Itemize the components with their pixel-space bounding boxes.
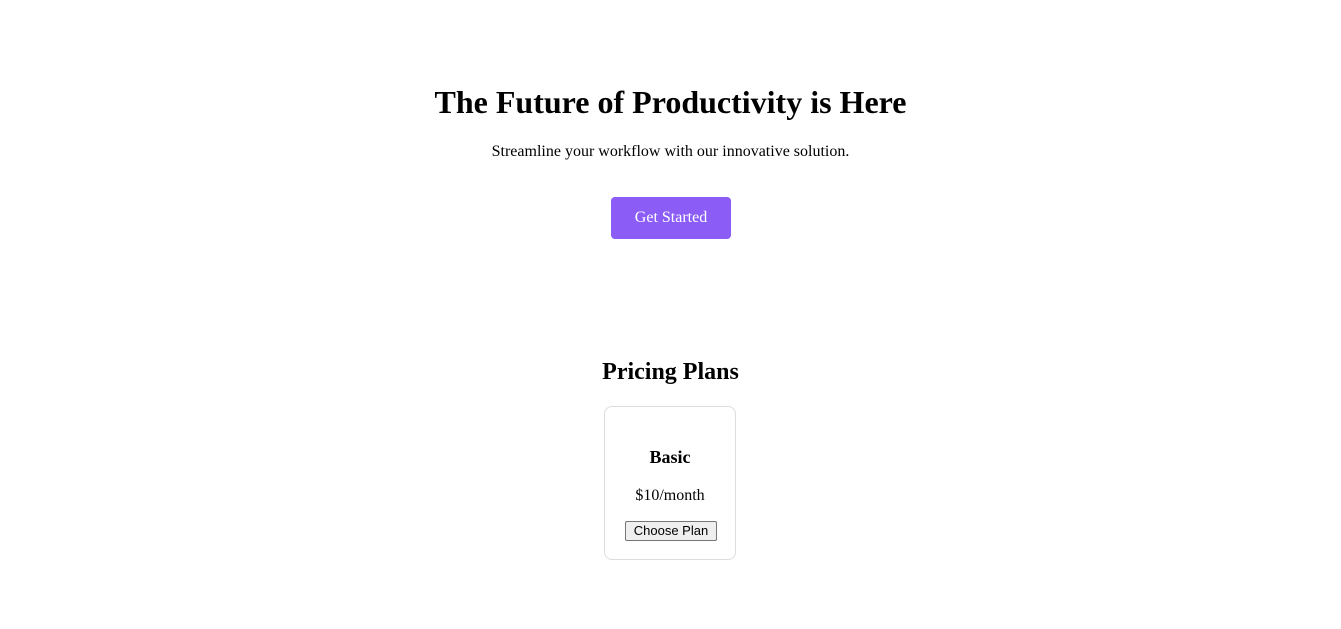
plan-name: Basic: [649, 447, 691, 467]
get-started-button[interactable]: Get Started: [611, 197, 731, 239]
choose-plan-button[interactable]: Choose Plan: [625, 521, 717, 541]
hero-subtitle: Streamline your workflow with our innova…: [491, 143, 850, 160]
landing-page: The Future of Productivity is Here Strea…: [0, 0, 1341, 629]
hero-title: The Future of Productivity is Here: [434, 84, 907, 120]
plan-price: $10/month: [635, 487, 705, 504]
pricing-title: Pricing Plans: [602, 359, 739, 385]
plan-card-basic: Basic $10/month Choose Plan: [604, 406, 736, 560]
